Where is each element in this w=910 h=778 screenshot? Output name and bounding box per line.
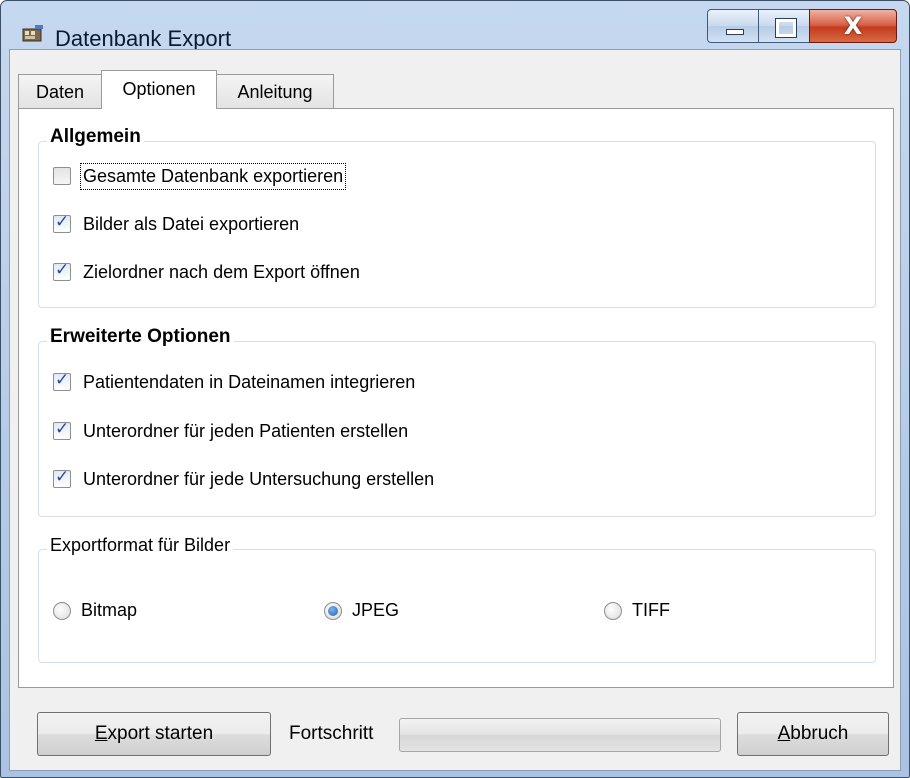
close-button[interactable]: X bbox=[809, 9, 897, 43]
checkmark-icon: ✓ bbox=[55, 370, 70, 390]
checkbox-patientendaten-dateinamen[interactable]: ✓ Patientendaten in Dateinamen integrier… bbox=[53, 370, 415, 394]
checkmark-icon: ✓ bbox=[55, 260, 70, 280]
export-button-mnemonic: E bbox=[94, 723, 108, 744]
checkbox-bilder-als-datei[interactable]: ✓ Bilder als Datei exportieren bbox=[53, 212, 299, 236]
export-start-button[interactable]: Export starten bbox=[37, 712, 271, 756]
radio-circle[interactable] bbox=[604, 601, 622, 620]
radio-label[interactable]: JPEG bbox=[352, 600, 399, 621]
checkmark-icon: ✓ bbox=[55, 467, 70, 487]
group-title-allgemein: Allgemein bbox=[47, 126, 144, 148]
checkbox-label[interactable]: Zielordner nach dem Export öffnen bbox=[83, 262, 360, 283]
maximize-icon bbox=[775, 18, 797, 38]
checkbox-box[interactable]: ✓ bbox=[53, 370, 71, 391]
cancel-button-label: bbruch bbox=[790, 723, 849, 744]
database-export-icon bbox=[22, 25, 43, 42]
radio-jpeg[interactable]: JPEG bbox=[324, 600, 399, 621]
checkbox-box[interactable]: ✓ bbox=[53, 212, 71, 233]
checkbox-box[interactable] bbox=[53, 167, 71, 185]
checkbox-box[interactable]: ✓ bbox=[53, 419, 71, 440]
export-button-label: xport starten bbox=[107, 723, 214, 744]
close-icon: X bbox=[843, 12, 863, 40]
checkbox-box[interactable]: ✓ bbox=[53, 260, 71, 281]
checkbox-label[interactable]: Bilder als Datei exportieren bbox=[83, 214, 299, 235]
group-title-erweitert: Erweiterte Optionen bbox=[47, 326, 234, 348]
group-allgemein: Allgemein Gesamte Datenbank exportieren … bbox=[38, 126, 876, 308]
radio-circle[interactable] bbox=[324, 601, 342, 620]
minimize-icon bbox=[726, 29, 744, 35]
checkbox-box[interactable]: ✓ bbox=[53, 467, 71, 488]
checkmark-icon: ✓ bbox=[55, 212, 70, 232]
cancel-button[interactable]: Abbruch bbox=[737, 712, 889, 756]
tab-daten[interactable]: Daten bbox=[18, 74, 102, 108]
checkmark-icon: ✓ bbox=[55, 419, 70, 439]
app-window: Datenbank Export X Daten Optionen Anleit… bbox=[0, 0, 910, 778]
radio-label[interactable]: TIFF bbox=[632, 600, 670, 621]
radio-bitmap[interactable]: Bitmap bbox=[53, 600, 137, 621]
tab-panel-optionen: Allgemein Gesamte Datenbank exportieren … bbox=[18, 108, 894, 688]
checkbox-gesamte-datenbank[interactable]: Gesamte Datenbank exportieren bbox=[53, 162, 347, 190]
radio-circle[interactable] bbox=[53, 601, 71, 620]
progress-label: Fortschritt bbox=[289, 723, 374, 744]
radio-tiff[interactable]: TIFF bbox=[604, 600, 670, 621]
checkbox-label[interactable]: Unterordner für jede Untersuchung erstel… bbox=[83, 469, 434, 490]
tab-optionen[interactable]: Optionen bbox=[101, 70, 217, 109]
group-exportformat: Exportformat für Bilder Bitmap JPEG TIFF bbox=[38, 535, 876, 663]
checkbox-label[interactable]: Unterordner für jeden Patienten erstelle… bbox=[83, 421, 408, 442]
cancel-button-mnemonic: A bbox=[777, 723, 791, 744]
radio-label[interactable]: Bitmap bbox=[81, 600, 137, 621]
checkbox-label[interactable]: Patientendaten in Dateinamen integrieren bbox=[83, 372, 415, 393]
checkbox-unterordner-patienten[interactable]: ✓ Unterordner für jeden Patienten erstel… bbox=[53, 419, 408, 443]
checkbox-zielordner-oeffnen[interactable]: ✓ Zielordner nach dem Export öffnen bbox=[53, 260, 360, 284]
export-progress-bar bbox=[399, 718, 721, 752]
maximize-button[interactable] bbox=[758, 9, 810, 43]
minimize-button[interactable] bbox=[707, 9, 759, 43]
checkbox-unterordner-untersuchung[interactable]: ✓ Unterordner für jede Untersuchung erst… bbox=[53, 467, 434, 491]
dialog-client-area: Daten Optionen Anleitung Allgemein Gesam… bbox=[9, 49, 901, 771]
radio-selected-dot bbox=[328, 605, 338, 616]
group-erweiterte-optionen: Erweiterte Optionen ✓ Patientendaten in … bbox=[38, 326, 876, 517]
checkbox-label[interactable]: Gesamte Datenbank exportieren bbox=[79, 162, 347, 190]
title-bar[interactable]: Datenbank Export X bbox=[1, 1, 909, 51]
group-title-exportformat: Exportformat für Bilder bbox=[47, 535, 234, 556]
tab-anleitung[interactable]: Anleitung bbox=[216, 74, 334, 108]
